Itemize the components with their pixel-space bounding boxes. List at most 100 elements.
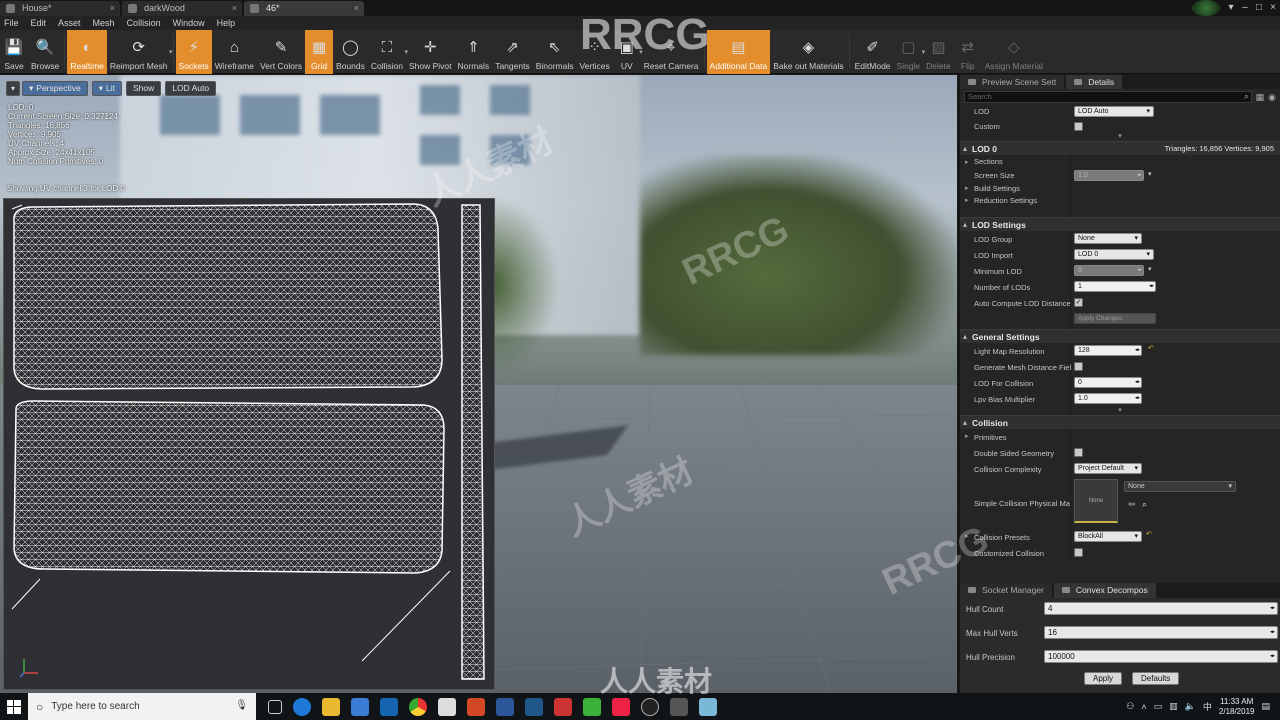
eye-icon[interactable]: ◉ (1268, 92, 1276, 103)
lod-import-select[interactable]: LOD 0 (1074, 249, 1154, 260)
taskbar-clock[interactable]: 11:33 AM 2/18/2019 (1219, 697, 1255, 717)
collision-presets-select[interactable]: BlockAll (1074, 531, 1142, 542)
sockets-button[interactable]: ⚡ Sockets (175, 30, 212, 74)
single-button[interactable]: ▢ Single ▾ (894, 30, 926, 74)
close-icon[interactable]: × (354, 1, 359, 16)
chevron-down-icon[interactable]: ▾ (1148, 170, 1152, 178)
store-icon[interactable] (351, 697, 369, 716)
bounds-button[interactable]: ◯ Bounds (333, 30, 368, 74)
reset-arrow-icon[interactable]: ↶ (1148, 344, 1154, 352)
lpv-bias-field[interactable]: 1.0 (1074, 393, 1142, 404)
mail-icon[interactable] (380, 697, 398, 716)
bake-out-materials-button[interactable]: ◈ Bake out Materials (770, 30, 846, 74)
general-settings-header[interactable]: General Settings (960, 329, 1280, 344)
hull-precision-field[interactable]: 100000 (1044, 650, 1278, 663)
expand-icon[interactable]: ▸ (965, 184, 969, 192)
vert-colors-button[interactable]: ✎ Vert Colors (257, 30, 305, 74)
microphone-icon[interactable]: 🎙 (235, 700, 248, 711)
custom-checkbox[interactable] (1074, 122, 1083, 131)
tab-convex-decomposition[interactable]: Convex Decompos (1053, 583, 1156, 598)
menu-collision[interactable]: Collision (127, 18, 161, 28)
hull-count-field[interactable]: 4 (1044, 602, 1278, 615)
additional-data-button[interactable]: ▤ Additional Data (706, 30, 771, 74)
expand-arrow-icon[interactable]: ▾ (960, 133, 1280, 141)
screen-size-field[interactable]: 1.0 (1074, 170, 1144, 181)
people-icon[interactable]: ⚇ (1126, 701, 1134, 712)
viewport[interactable]: ▾ ▾ Perspective ▾ Lit Show LOD Auto LOD: 0… (0, 75, 957, 693)
max-hull-verts-field[interactable]: 16 (1044, 626, 1278, 639)
menu-edit[interactable]: Edit (31, 18, 47, 28)
edge-icon[interactable] (293, 697, 311, 716)
tab-details[interactable]: Details (1066, 75, 1123, 89)
chrome-icon[interactable] (409, 697, 427, 716)
reset-camera-button[interactable]: ⌖ Reset Camera (641, 30, 702, 74)
expand-icon[interactable]: ▸ (965, 432, 969, 440)
close-icon[interactable]: × (110, 1, 115, 16)
expand-arrow-icon[interactable]: ▾ (960, 407, 1280, 415)
auto-compute-lod-checkbox[interactable]: ✓ (1074, 298, 1083, 307)
task-view-icon[interactable] (268, 699, 282, 714)
network-icon[interactable]: ▭ (1154, 701, 1163, 712)
lod-auto-button[interactable]: LOD Auto (165, 81, 217, 96)
expand-icon[interactable]: ▸ (965, 196, 969, 204)
app-icon[interactable] (438, 697, 456, 716)
physical-material-select[interactable]: None (1124, 481, 1236, 492)
flip-button[interactable]: ⇄ Flip (954, 30, 982, 74)
minimum-lod-field[interactable]: 0 (1074, 265, 1144, 276)
tab-darkwood[interactable]: darkWood × (122, 1, 242, 16)
file-explorer-icon[interactable] (322, 697, 340, 716)
grid-button[interactable]: ▦ Grid (305, 30, 334, 74)
photoshop-icon[interactable] (525, 697, 543, 716)
lod-for-collision-field[interactable]: 0 (1074, 377, 1142, 388)
reset-arrow-icon[interactable]: ↶ (1146, 530, 1152, 538)
taskbar-search-input[interactable]: ○ Type here to search 🎙 (28, 693, 256, 720)
apply-button[interactable]: Apply (1084, 672, 1123, 685)
powerpoint-icon[interactable] (467, 697, 485, 716)
collision-header[interactable]: Collision (960, 415, 1280, 430)
lod-settings-header[interactable]: LOD Settings (960, 217, 1280, 232)
tangents-button[interactable]: ⇗ Tangents (492, 30, 533, 74)
show-pivot-button[interactable]: ✛ Show Pivot (406, 30, 455, 74)
viewport-menu-button[interactable]: ▾ (6, 81, 20, 96)
tab-preview-scene-settings[interactable]: Preview Scene Sett (960, 75, 1065, 89)
grid-view-icon[interactable]: ▦ (1256, 92, 1265, 103)
app-icon[interactable] (554, 697, 572, 716)
menu-file[interactable]: File (4, 18, 19, 28)
lod0-header[interactable]: LOD 0Triangles: 16,856 Vertices: 9,905 (960, 141, 1280, 156)
number-of-lods-field[interactable]: 1 (1074, 281, 1156, 292)
use-selected-arrow-icon[interactable]: ⇦ (1128, 499, 1136, 510)
realtime-button[interactable]: ◐ Realtime (67, 30, 107, 74)
chevron-down-icon[interactable]: ▾ (169, 48, 173, 56)
show-hidden-icons[interactable]: ˄ (1141, 702, 1146, 712)
editmode-button[interactable]: ✐ EditMode (852, 30, 894, 74)
perspective-button[interactable]: ▾ Perspective (22, 81, 88, 96)
notification-icon[interactable]: ▾ (1224, 0, 1238, 16)
binormals-button[interactable]: ⇖ Binormals (533, 30, 577, 74)
normals-button[interactable]: ⇑ Normals (455, 30, 493, 74)
wireframe-button[interactable]: ⌂ Wireframe (212, 30, 257, 74)
app-icon[interactable] (612, 697, 630, 716)
uv-button[interactable]: ▣ UV ▾ (613, 30, 643, 74)
action-center-icon[interactable]: ▤ (1261, 701, 1270, 712)
defaults-button[interactable]: Defaults (1132, 672, 1180, 685)
unreal-engine-icon[interactable] (641, 697, 659, 716)
reimport-mesh-button[interactable]: ⟳ Reimport Mesh ▾ (107, 30, 173, 74)
tab-house[interactable]: House* × (0, 1, 120, 16)
app-icon[interactable] (670, 697, 688, 716)
details-search-input[interactable]: Search ⌕ (964, 91, 1252, 103)
collision-complexity-select[interactable]: Project Default (1074, 463, 1142, 474)
expand-icon[interactable]: ▸ (965, 158, 969, 166)
double-sided-checkbox[interactable] (1074, 448, 1083, 457)
language-icon[interactable]: 中 (1203, 700, 1212, 713)
apply-changes-button[interactable]: Apply Changes (1074, 313, 1156, 324)
network-icon[interactable]: ▥ (1169, 701, 1178, 712)
lit-button[interactable]: ▾ Lit (91, 81, 122, 96)
tab-socket-manager[interactable]: Socket Manager (960, 583, 1052, 598)
close-window-icon[interactable]: × (1266, 0, 1280, 16)
physical-material-thumbnail[interactable]: None (1074, 479, 1118, 523)
menu-mesh[interactable]: Mesh (93, 18, 115, 28)
maximize-icon[interactable]: □ (1252, 0, 1266, 16)
collision-button[interactable]: ⛶ Collision ▾ (368, 30, 408, 74)
lod-group-select[interactable]: None (1074, 233, 1142, 244)
lightmap-resolution-field[interactable]: 128 (1074, 345, 1142, 356)
